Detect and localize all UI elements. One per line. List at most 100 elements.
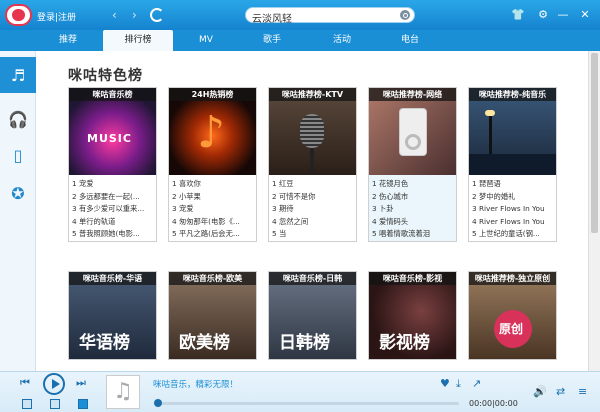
chart-cover[interactable]: 咪咕音乐榜-华语 华语榜: [69, 272, 156, 359]
chart-cover[interactable]: 咪咕音乐榜-影视 影视榜: [369, 272, 456, 359]
chart-card[interactable]: 咪咕音乐榜-影视 影视榜: [368, 271, 457, 360]
content-scrollbar[interactable]: [588, 51, 600, 371]
chart-cover[interactable]: 咪咕音乐榜-欧美 欧美榜: [169, 272, 256, 359]
chart-card[interactable]: 咪咕音乐榜 MUSIC 1 宠爱 2 多远都要在一起(... 3 有多少爱可以重…: [68, 87, 157, 242]
list-item[interactable]: 4 River Flows In You: [472, 216, 553, 229]
now-playing-text: 咪咕音乐，精彩无限！: [153, 380, 239, 390]
list-item[interactable]: 4 单行的轨道: [72, 216, 153, 229]
chart-title: 咪咕音乐榜-欧美: [169, 272, 256, 285]
list-item[interactable]: 4 匆匆那年(电影《...: [172, 216, 253, 229]
list-item[interactable]: 1 宠爱: [72, 178, 153, 191]
chart-title: 咪咕推荐榜-纯音乐: [469, 88, 556, 101]
chart-card[interactable]: 咪咕推荐榜-网络 1 花镜月色 2 伤心城市 3 卜卦 4 爱情码头 5 唱着情…: [368, 87, 457, 242]
chart-title: 咪咕音乐榜-影视: [369, 272, 456, 285]
list-item[interactable]: 1 红豆: [272, 178, 353, 191]
list-item[interactable]: 2 多远都要在一起(...: [72, 191, 153, 204]
close-icon[interactable]: ✕: [578, 8, 592, 22]
song-list: 1 宠爱 2 多远都要在一起(... 3 有多少爱可以重来... 4 单行的轨道…: [69, 175, 156, 241]
chart-card[interactable]: 咪咕音乐榜-日韩 日韩榜: [268, 271, 357, 360]
list-item[interactable]: 2 伤心城市: [372, 191, 453, 204]
chart-card[interactable]: 咪咕音乐榜-华语 华语榜: [68, 271, 157, 360]
song-list: 1 琵琶语 2 梦中的婚礼 3 River Flows In You 4 Riv…: [469, 175, 556, 241]
chart-card[interactable]: 咪咕推荐榜-独立原创 原创: [468, 271, 557, 360]
list-item[interactable]: 5 上世纪的童话(钢...: [472, 228, 553, 241]
search-input[interactable]: 云淡风轻: [245, 7, 415, 25]
chart-cover[interactable]: 咪咕推荐榜-纯音乐: [469, 88, 556, 175]
chart-card[interactable]: 咪咕推荐榜-KTV 1 红豆 2 可惜不是你 3 期待 4 忽然之间 5 当: [268, 87, 357, 242]
tab-charts[interactable]: 排行榜: [103, 30, 173, 51]
minimize-icon[interactable]: —: [556, 8, 570, 22]
tab-singers[interactable]: 歌手: [252, 30, 292, 51]
share-icon[interactable]: ↗: [472, 378, 481, 390]
list-item[interactable]: 5 当: [272, 228, 353, 241]
skin-shirt-icon[interactable]: 👕: [511, 8, 525, 22]
music-note-icon[interactable]: ♬: [0, 57, 36, 93]
chart-cover[interactable]: 咪咕音乐榜 MUSIC: [69, 88, 156, 175]
song-list: 1 花镜月色 2 伤心城市 3 卜卦 4 爱情码头 5 唱着情歌流着泪: [369, 175, 456, 241]
book-icon[interactable]: ▯: [0, 137, 36, 173]
list-item[interactable]: 4 爱情码头: [372, 216, 453, 229]
playback-time: 00:00|00:00: [469, 399, 518, 408]
chart-title: 咪咕音乐榜-日韩: [269, 272, 356, 285]
chart-cover[interactable]: 咪咕推荐榜-KTV: [269, 88, 356, 175]
chart-card[interactable]: 24H热销榜 ♪ 1 喜欢你 2 小苹果 3 宠爱 4 匆匆那年(电影《... …: [168, 87, 257, 242]
progress-bar[interactable]: [157, 402, 459, 405]
chart-title: 咪咕推荐榜-KTV: [269, 88, 356, 101]
list-item[interactable]: 1 喜欢你: [172, 178, 253, 191]
search-icon[interactable]: [400, 10, 410, 20]
chart-content: 咪咕特色榜 咪咕音乐榜 MUSIC 1 宠爱 2 多远都要在一起(... 3 有…: [36, 51, 588, 371]
refresh-icon[interactable]: [150, 8, 164, 22]
tab-radio[interactable]: 电台: [390, 30, 430, 51]
list-item[interactable]: 4 忽然之间: [272, 216, 353, 229]
login-register-link[interactable]: 登录|注册: [37, 10, 76, 23]
progress-handle[interactable]: [154, 399, 162, 407]
song-list: 1 红豆 2 可惜不是你 3 期待 4 忽然之间 5 当: [269, 175, 356, 241]
tab-mv[interactable]: MV: [188, 30, 224, 51]
scrollbar-thumb[interactable]: [591, 53, 598, 233]
list-item[interactable]: 2 小苹果: [172, 191, 253, 204]
list-item[interactable]: 3 River Flows In You: [472, 203, 553, 216]
chart-title: 咪咕推荐榜-网络: [369, 88, 456, 101]
chart-cover[interactable]: 咪咕推荐榜-网络: [369, 88, 456, 175]
next-track-icon[interactable]: ⏭: [76, 377, 86, 389]
list-item[interactable]: 2 梦中的婚礼: [472, 191, 553, 204]
list-item[interactable]: 2 可惜不是你: [272, 191, 353, 204]
forward-arrow-icon[interactable]: ›: [132, 8, 137, 22]
repeat-mode-icon[interactable]: ⇄: [556, 386, 565, 398]
award-ribbon-icon[interactable]: ✪: [0, 175, 36, 211]
chart-cover[interactable]: 24H热销榜 ♪: [169, 88, 256, 175]
chart-card[interactable]: 咪咕推荐榜-纯音乐 1 琵琶语 2 梦中的婚礼 3 River Flows In…: [468, 87, 557, 242]
tab-events[interactable]: 活动: [322, 30, 362, 51]
music-note-art-icon: ♪: [197, 107, 226, 158]
heart-icon[interactable]: ♥: [440, 378, 450, 390]
app-logo: [5, 4, 32, 26]
equalizer-icon[interactable]: ≡: [578, 386, 587, 398]
tab-recommend[interactable]: 推荐: [48, 30, 88, 51]
play-button[interactable]: [43, 373, 65, 395]
list-item[interactable]: 3 宠爱: [172, 203, 253, 216]
chart-cover[interactable]: 咪咕音乐榜-日韩 日韩榜: [269, 272, 356, 359]
list-item[interactable]: 5 唱着情歌流着泪: [372, 228, 453, 241]
playlist-icon[interactable]: [78, 399, 88, 409]
list-item[interactable]: 3 期待: [272, 203, 353, 216]
settings-gear-icon[interactable]: ⚙: [536, 8, 550, 22]
download-icon[interactable]: ⤓: [456, 378, 461, 390]
chart-cover[interactable]: 咪咕推荐榜-独立原创 原创: [469, 272, 556, 359]
list-item[interactable]: 3 卜卦: [372, 203, 453, 216]
lyrics-icon[interactable]: [50, 399, 60, 409]
headphones-icon[interactable]: 🎧: [0, 101, 36, 137]
list-item[interactable]: 3 有多少爱可以重来...: [72, 203, 153, 216]
lamp-light: [485, 110, 495, 116]
previous-track-icon[interactable]: ⏮: [20, 377, 30, 389]
list-item[interactable]: 5 平凡之路(后会无...: [172, 228, 253, 241]
volume-icon[interactable]: 🔊: [533, 386, 547, 398]
album-art-music-icon[interactable]: ♫: [106, 375, 140, 409]
list-item[interactable]: 1 琵琶语: [472, 178, 553, 191]
mini-mode-icon[interactable]: [22, 399, 32, 409]
cover-art-text: 华语榜: [79, 333, 130, 353]
list-item[interactable]: 5 普我照顾她(电影...: [72, 228, 153, 241]
list-item[interactable]: 1 花镜月色: [372, 178, 453, 191]
back-arrow-icon[interactable]: ‹: [112, 8, 117, 22]
cover-art-text: 欧美榜: [179, 333, 230, 353]
chart-card[interactable]: 咪咕音乐榜-欧美 欧美榜: [168, 271, 257, 360]
